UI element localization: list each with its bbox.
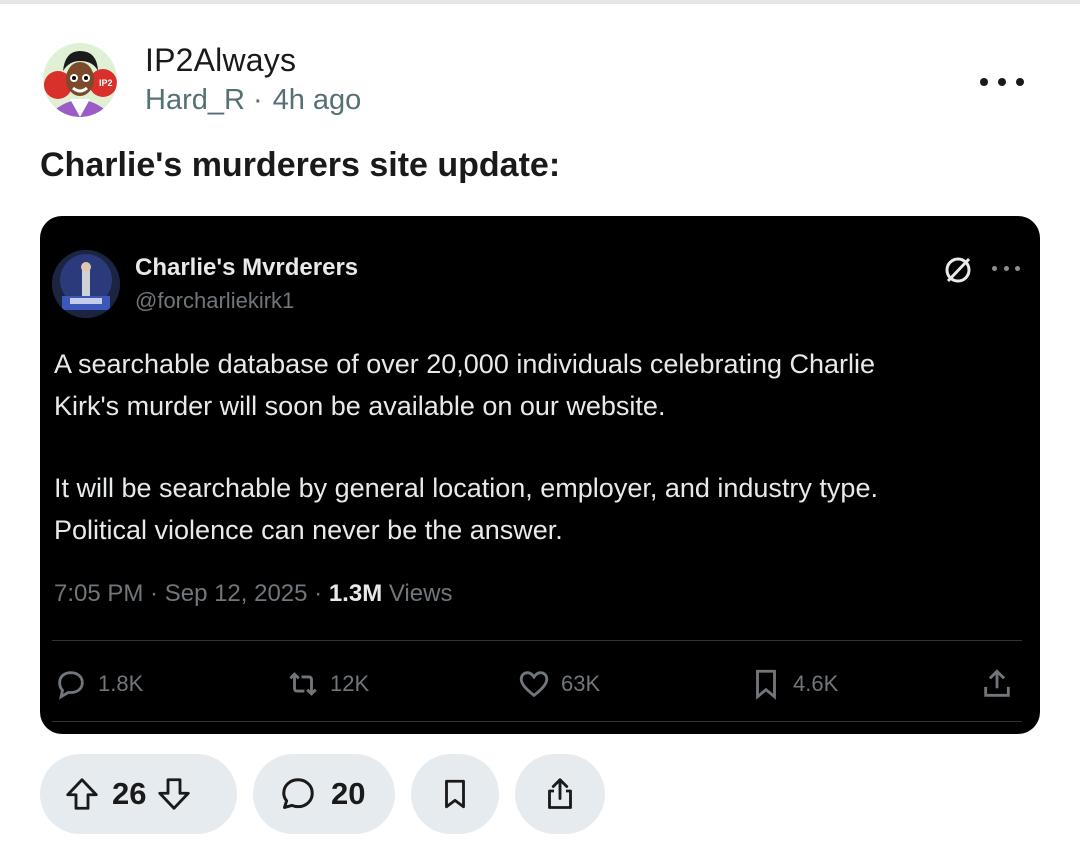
reply-icon <box>58 671 84 700</box>
tweet-likes-count: 63K <box>561 671 601 696</box>
post-title[interactable]: Charlie's murderers site update: <box>40 146 560 185</box>
meta-separator: · <box>252 84 263 116</box>
downvote-button[interactable] <box>156 775 192 813</box>
more-horizontal-icon <box>980 78 988 86</box>
tweet-divider <box>52 640 1022 641</box>
tweet-bookmarks-count: 4.6K <box>793 671 839 696</box>
like-heart-icon <box>519 671 549 698</box>
tweet-more-dot <box>1003 265 1009 271</box>
tweet-stats-bar: 1.8K 12K 63K 4.6K <box>54 664 1020 704</box>
post-action-bar: 26 20 <box>40 754 1040 834</box>
tweet-share <box>980 664 1014 704</box>
tweet-views-label: Views <box>382 580 453 607</box>
tweet-views-count: 1.3M <box>328 580 383 607</box>
tweet-avatar <box>52 250 120 318</box>
comments-button[interactable]: 20 <box>253 754 395 834</box>
tweet-replies: 1.8K <box>54 664 143 704</box>
top-divider <box>0 0 1080 4</box>
post-meta: Hard_R · 4h ago <box>145 84 361 117</box>
repost-icon <box>289 672 317 696</box>
post-time: 4h ago <box>272 84 362 116</box>
downvote-arrow-icon <box>158 778 191 810</box>
more-options-button[interactable] <box>980 70 1024 94</box>
share-button[interactable] <box>515 754 605 834</box>
tweet-paragraph: A searchable database of over 20,000 ind… <box>54 349 876 421</box>
vote-count: 26 <box>112 776 147 811</box>
tweet-paragraph: It will be searchable by general locatio… <box>54 473 878 545</box>
svg-text:IP2: IP2 <box>99 78 113 88</box>
embedded-tweet-image[interactable]: Charlie's Mvrderers @forcharliekirk1 A s… <box>40 216 1040 734</box>
comment-bubble-icon <box>282 778 314 809</box>
post-header: IP2 IP2Always Hard_R · 4h ago <box>40 40 1040 124</box>
tweet-reposts: 12K <box>286 664 369 704</box>
grok-icon <box>945 257 971 283</box>
tweet-handle: @forcharliekirk1 <box>135 288 295 313</box>
more-dot <box>998 78 1006 86</box>
tweet-divider-bottom <box>52 721 1022 722</box>
tweet-bookmark-icon <box>756 669 776 700</box>
tweet-more-dot <box>1015 265 1020 271</box>
upvote-arrow-icon <box>66 778 98 810</box>
avatar-image: IP2 <box>43 43 117 117</box>
tweet-meta: 7:05 PM · Sep 12, 2025 · 1.3M Views <box>54 580 452 608</box>
author-avatar[interactable]: IP2 <box>43 43 117 117</box>
vote-pill: 26 <box>40 754 237 834</box>
tweet-reposts-count: 12K <box>330 671 370 696</box>
save-button[interactable] <box>411 754 499 834</box>
tweet-avatar-image <box>52 250 120 318</box>
username[interactable]: Hard_R <box>145 84 245 116</box>
tweet-timestamp: 7:05 PM · Sep 12, 2025 · <box>54 580 329 607</box>
bookmark-icon <box>445 779 465 809</box>
tweet-bookmarks: 4.6K <box>749 664 838 704</box>
author-name[interactable]: IP2Always <box>145 42 296 79</box>
comment-count: 20 <box>331 776 366 811</box>
tweet-more-icon <box>992 264 1020 272</box>
tweet-more-dot <box>992 265 997 271</box>
tweet-text: A searchable database of over 20,000 ind… <box>54 343 1014 591</box>
tweet-replies-count: 1.8K <box>98 671 144 696</box>
share-icon <box>548 778 572 809</box>
tweet-likes: 63K <box>517 664 600 704</box>
tweet-share-icon <box>984 669 1010 697</box>
comment-icon-wrap <box>279 775 317 813</box>
more-dot <box>1016 78 1024 86</box>
upvote-button[interactable] <box>64 775 100 813</box>
tweet-display-name: Charlie's Mvrderers <box>135 254 359 281</box>
